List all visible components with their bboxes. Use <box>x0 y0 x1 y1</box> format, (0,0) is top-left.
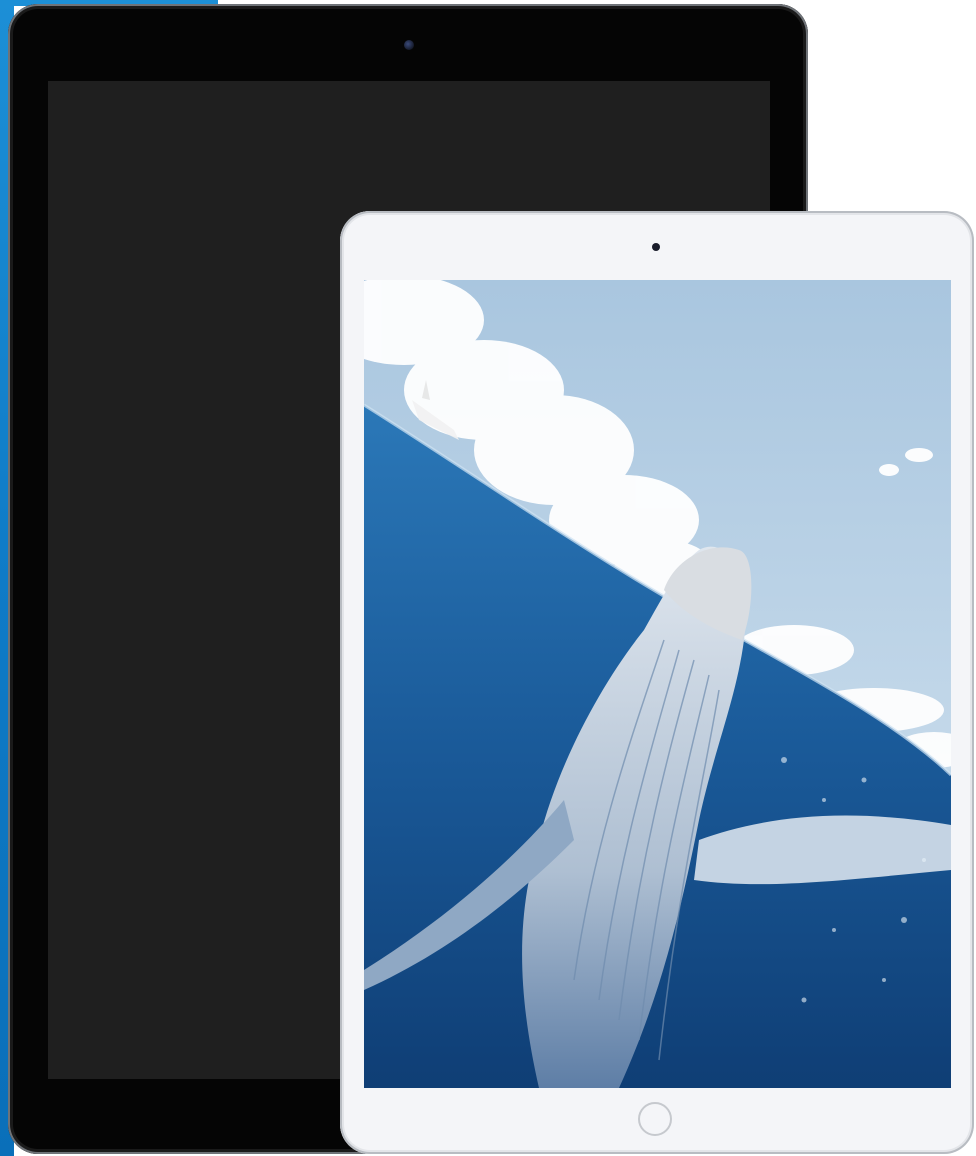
front-camera <box>404 40 414 50</box>
small-tablet <box>340 211 974 1154</box>
device-mockup-stage <box>0 0 976 1156</box>
home-button[interactable] <box>638 1102 672 1136</box>
front-camera <box>652 243 660 251</box>
small-tablet-screen <box>364 280 951 1088</box>
whale-wallpaper <box>364 280 951 1088</box>
